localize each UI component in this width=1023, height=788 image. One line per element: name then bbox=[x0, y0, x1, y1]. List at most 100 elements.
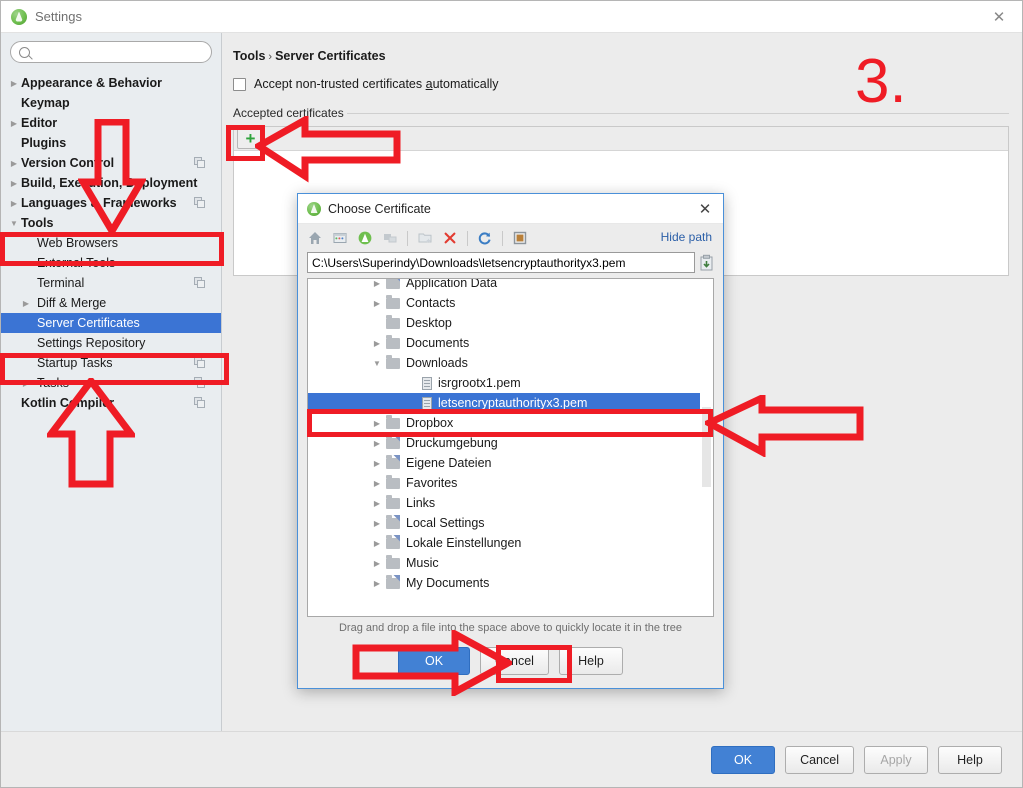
chevron-right-icon[interactable]: ▶ bbox=[7, 79, 21, 88]
accept-nontrusted-row[interactable]: Accept non-trusted certificates automati… bbox=[233, 77, 1009, 91]
refresh-icon[interactable] bbox=[477, 230, 493, 246]
file-tree-row[interactable]: ▶ Favorites bbox=[308, 473, 713, 493]
chevron-right-icon[interactable]: ▶ bbox=[370, 479, 384, 488]
dialog-close-icon[interactable]: ✕ bbox=[695, 199, 715, 219]
chevron-right-icon[interactable]: ▶ bbox=[370, 279, 384, 288]
file-tree-label: Dropbox bbox=[406, 416, 454, 430]
sidebar-item-diff-merge[interactable]: ▶ Diff & Merge bbox=[1, 293, 221, 313]
sidebar-item-label: Plugins bbox=[21, 136, 67, 150]
scrollbar-thumb[interactable] bbox=[702, 407, 711, 487]
chevron-right-icon[interactable]: ▶ bbox=[370, 459, 384, 468]
sidebar-item-label: Keymap bbox=[21, 96, 70, 110]
file-tree[interactable]: ▶ Application Data ▶ Contacts Desktop ▶ Docume… bbox=[307, 278, 714, 617]
file-tree-row[interactable]: ▶ Application Data bbox=[308, 279, 713, 293]
file-tree-row[interactable]: ▶ Contacts bbox=[308, 293, 713, 313]
breadcrumb-parent[interactable]: Tools bbox=[233, 49, 265, 63]
chevron-down-icon[interactable]: ▼ bbox=[370, 359, 384, 368]
chevron-right-icon[interactable]: ▶ bbox=[370, 299, 384, 308]
accept-nontrusted-checkbox[interactable] bbox=[233, 77, 246, 91]
copy-settings-icon[interactable] bbox=[194, 277, 205, 288]
file-tree-row[interactable]: ▶ Druckumgebung bbox=[308, 433, 713, 453]
add-certificate-button[interactable]: + bbox=[237, 128, 264, 149]
delete-icon bbox=[442, 230, 458, 246]
file-tree-row[interactable]: Desktop bbox=[308, 313, 713, 333]
project-icon[interactable] bbox=[357, 230, 373, 246]
chevron-right-icon[interactable]: ▶ bbox=[370, 559, 384, 568]
copy-settings-icon[interactable] bbox=[194, 197, 205, 208]
chevron-down-icon[interactable]: ▼ bbox=[7, 219, 21, 228]
sidebar-item-plugins[interactable]: Plugins bbox=[1, 133, 221, 153]
settings-apply-button: Apply bbox=[864, 745, 928, 774]
chevron-right-icon[interactable]: ▶ bbox=[19, 299, 33, 308]
file-tree-row[interactable]: ▶ My Documents bbox=[308, 573, 713, 593]
folder-shortcut-icon bbox=[386, 514, 400, 529]
dialog-toolbar: Hide path bbox=[298, 224, 723, 252]
file-tree-label: Desktop bbox=[406, 316, 452, 330]
file-tree-scrollbar[interactable] bbox=[700, 279, 713, 616]
dialog-titlebar: Choose Certificate ✕ bbox=[298, 194, 723, 224]
chevron-right-icon[interactable]: ▶ bbox=[7, 179, 21, 188]
dialog-ok-button[interactable]: OK bbox=[398, 647, 471, 675]
path-input[interactable] bbox=[307, 252, 695, 273]
folder-icon bbox=[386, 414, 400, 429]
file-tree-label: Documents bbox=[406, 336, 470, 350]
dialog-cancel-button[interactable]: Cancel bbox=[480, 647, 549, 675]
hide-path-link[interactable]: Hide path bbox=[661, 230, 712, 244]
copy-settings-icon[interactable] bbox=[194, 377, 205, 388]
chevron-right-icon[interactable]: ▶ bbox=[370, 539, 384, 548]
sidebar-item-tasks[interactable]: ▶ Tasks bbox=[1, 373, 221, 393]
sidebar-item-kotlin-compiler[interactable]: Kotlin Compiler bbox=[1, 393, 221, 413]
file-tree-row[interactable]: ▼ Downloads bbox=[308, 353, 713, 373]
sidebar-item-tools[interactable]: ▼ Tools bbox=[1, 213, 221, 233]
chevron-right-icon[interactable]: ▶ bbox=[370, 519, 384, 528]
file-tree-row[interactable]: letsencryptauthorityx3.pem bbox=[308, 393, 713, 413]
sidebar-item-external-tools[interactable]: External Tools bbox=[1, 253, 221, 273]
chevron-right-icon[interactable]: ▶ bbox=[370, 499, 384, 508]
chevron-right-icon[interactable]: ▶ bbox=[370, 439, 384, 448]
chevron-right-icon[interactable]: ▶ bbox=[370, 339, 384, 348]
settings-cancel-button[interactable]: Cancel bbox=[785, 745, 854, 774]
sidebar-item-terminal[interactable]: Terminal bbox=[1, 273, 221, 293]
sidebar-item-languages-frameworks[interactable]: ▶ Languages & Frameworks bbox=[1, 193, 221, 213]
chevron-right-icon[interactable]: ▶ bbox=[7, 199, 21, 208]
file-tree-row[interactable]: isrgrootx1.pem bbox=[308, 373, 713, 393]
copy-settings-icon[interactable] bbox=[194, 357, 205, 368]
sidebar-item-server-certificates[interactable]: Server Certificates bbox=[1, 313, 221, 333]
dialog-help-button[interactable]: Help bbox=[558, 647, 623, 675]
file-tree-row[interactable]: ▶ Local Settings bbox=[308, 513, 713, 533]
chevron-right-icon[interactable]: ▶ bbox=[370, 419, 384, 428]
settings-help-button[interactable]: Help bbox=[938, 745, 1002, 774]
sidebar-item-label: External Tools bbox=[37, 256, 116, 270]
file-tree-row[interactable]: ▶ Eigene Dateien bbox=[308, 453, 713, 473]
copy-settings-icon[interactable] bbox=[194, 157, 205, 168]
home-icon[interactable] bbox=[307, 230, 323, 246]
file-tree-row[interactable]: ▶ Music bbox=[308, 553, 713, 573]
settings-ok-button[interactable]: OK bbox=[711, 745, 776, 774]
file-tree-row[interactable]: ▶ Dropbox bbox=[308, 413, 713, 433]
sidebar-item-startup-tasks[interactable]: Startup Tasks bbox=[1, 353, 221, 373]
toolbar-separator bbox=[467, 230, 468, 246]
desktop-icon[interactable] bbox=[332, 230, 348, 246]
sidebar-item-settings-repository[interactable]: Settings Repository bbox=[1, 333, 221, 353]
show-hidden-files-icon[interactable] bbox=[512, 230, 528, 246]
chevron-right-icon[interactable]: ▶ bbox=[370, 579, 384, 588]
close-icon[interactable]: ✕ bbox=[976, 1, 1022, 33]
sidebar-item-build-execution-deployment[interactable]: ▶ Build, Execution, Deployment bbox=[1, 173, 221, 193]
search-box[interactable] bbox=[10, 41, 212, 63]
sidebar-item-web-browsers[interactable]: Web Browsers bbox=[1, 233, 221, 253]
android-studio-icon bbox=[307, 201, 321, 216]
chevron-right-icon[interactable]: ▶ bbox=[7, 159, 21, 168]
search-input[interactable] bbox=[34, 44, 203, 60]
copy-settings-icon[interactable] bbox=[194, 397, 205, 408]
sidebar-item-appearance-behavior[interactable]: ▶ Appearance & Behavior bbox=[1, 73, 221, 93]
sidebar-item-label: Tools bbox=[21, 216, 54, 230]
file-tree-row[interactable]: ▶ Documents bbox=[308, 333, 713, 353]
sidebar-item-version-control[interactable]: ▶ Version Control bbox=[1, 153, 221, 173]
chevron-right-icon[interactable]: ▶ bbox=[7, 119, 21, 128]
paste-path-icon[interactable] bbox=[699, 254, 714, 272]
file-tree-row[interactable]: ▶ Lokale Einstellungen bbox=[308, 533, 713, 553]
sidebar-item-keymap[interactable]: Keymap bbox=[1, 93, 221, 113]
chevron-right-icon[interactable]: ▶ bbox=[19, 379, 33, 388]
sidebar-item-editor[interactable]: ▶ Editor bbox=[1, 113, 221, 133]
file-tree-row[interactable]: ▶ Links bbox=[308, 493, 713, 513]
